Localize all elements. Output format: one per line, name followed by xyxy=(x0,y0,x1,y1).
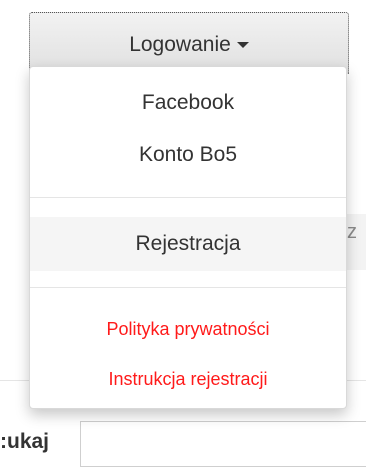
login-dropdown-toggle[interactable]: Logowanie xyxy=(29,12,349,74)
menu-divider xyxy=(30,197,346,198)
menu-item-rejestracja[interactable]: Rejestracja xyxy=(30,217,346,271)
registration-instructions-link[interactable]: Instrukcja rejestracji xyxy=(30,369,346,390)
search-input[interactable] xyxy=(80,421,366,467)
page: z ukaj: Logowanie Facebook Konto Bo5 Rej… xyxy=(0,0,366,469)
menu-divider xyxy=(30,287,346,288)
privacy-policy-link[interactable]: Polityka prywatności xyxy=(30,319,346,340)
background-text: z xyxy=(347,221,357,243)
login-dropdown-menu: Facebook Konto Bo5 Rejestracja Polityka … xyxy=(29,66,347,409)
menu-item-facebook[interactable]: Facebook xyxy=(30,91,346,115)
menu-item-konto-bo5[interactable]: Konto Bo5 xyxy=(30,143,346,167)
search-label: ukaj: xyxy=(0,430,50,453)
caret-down-icon xyxy=(236,42,249,49)
login-dropdown-label: Logowanie xyxy=(129,33,231,56)
